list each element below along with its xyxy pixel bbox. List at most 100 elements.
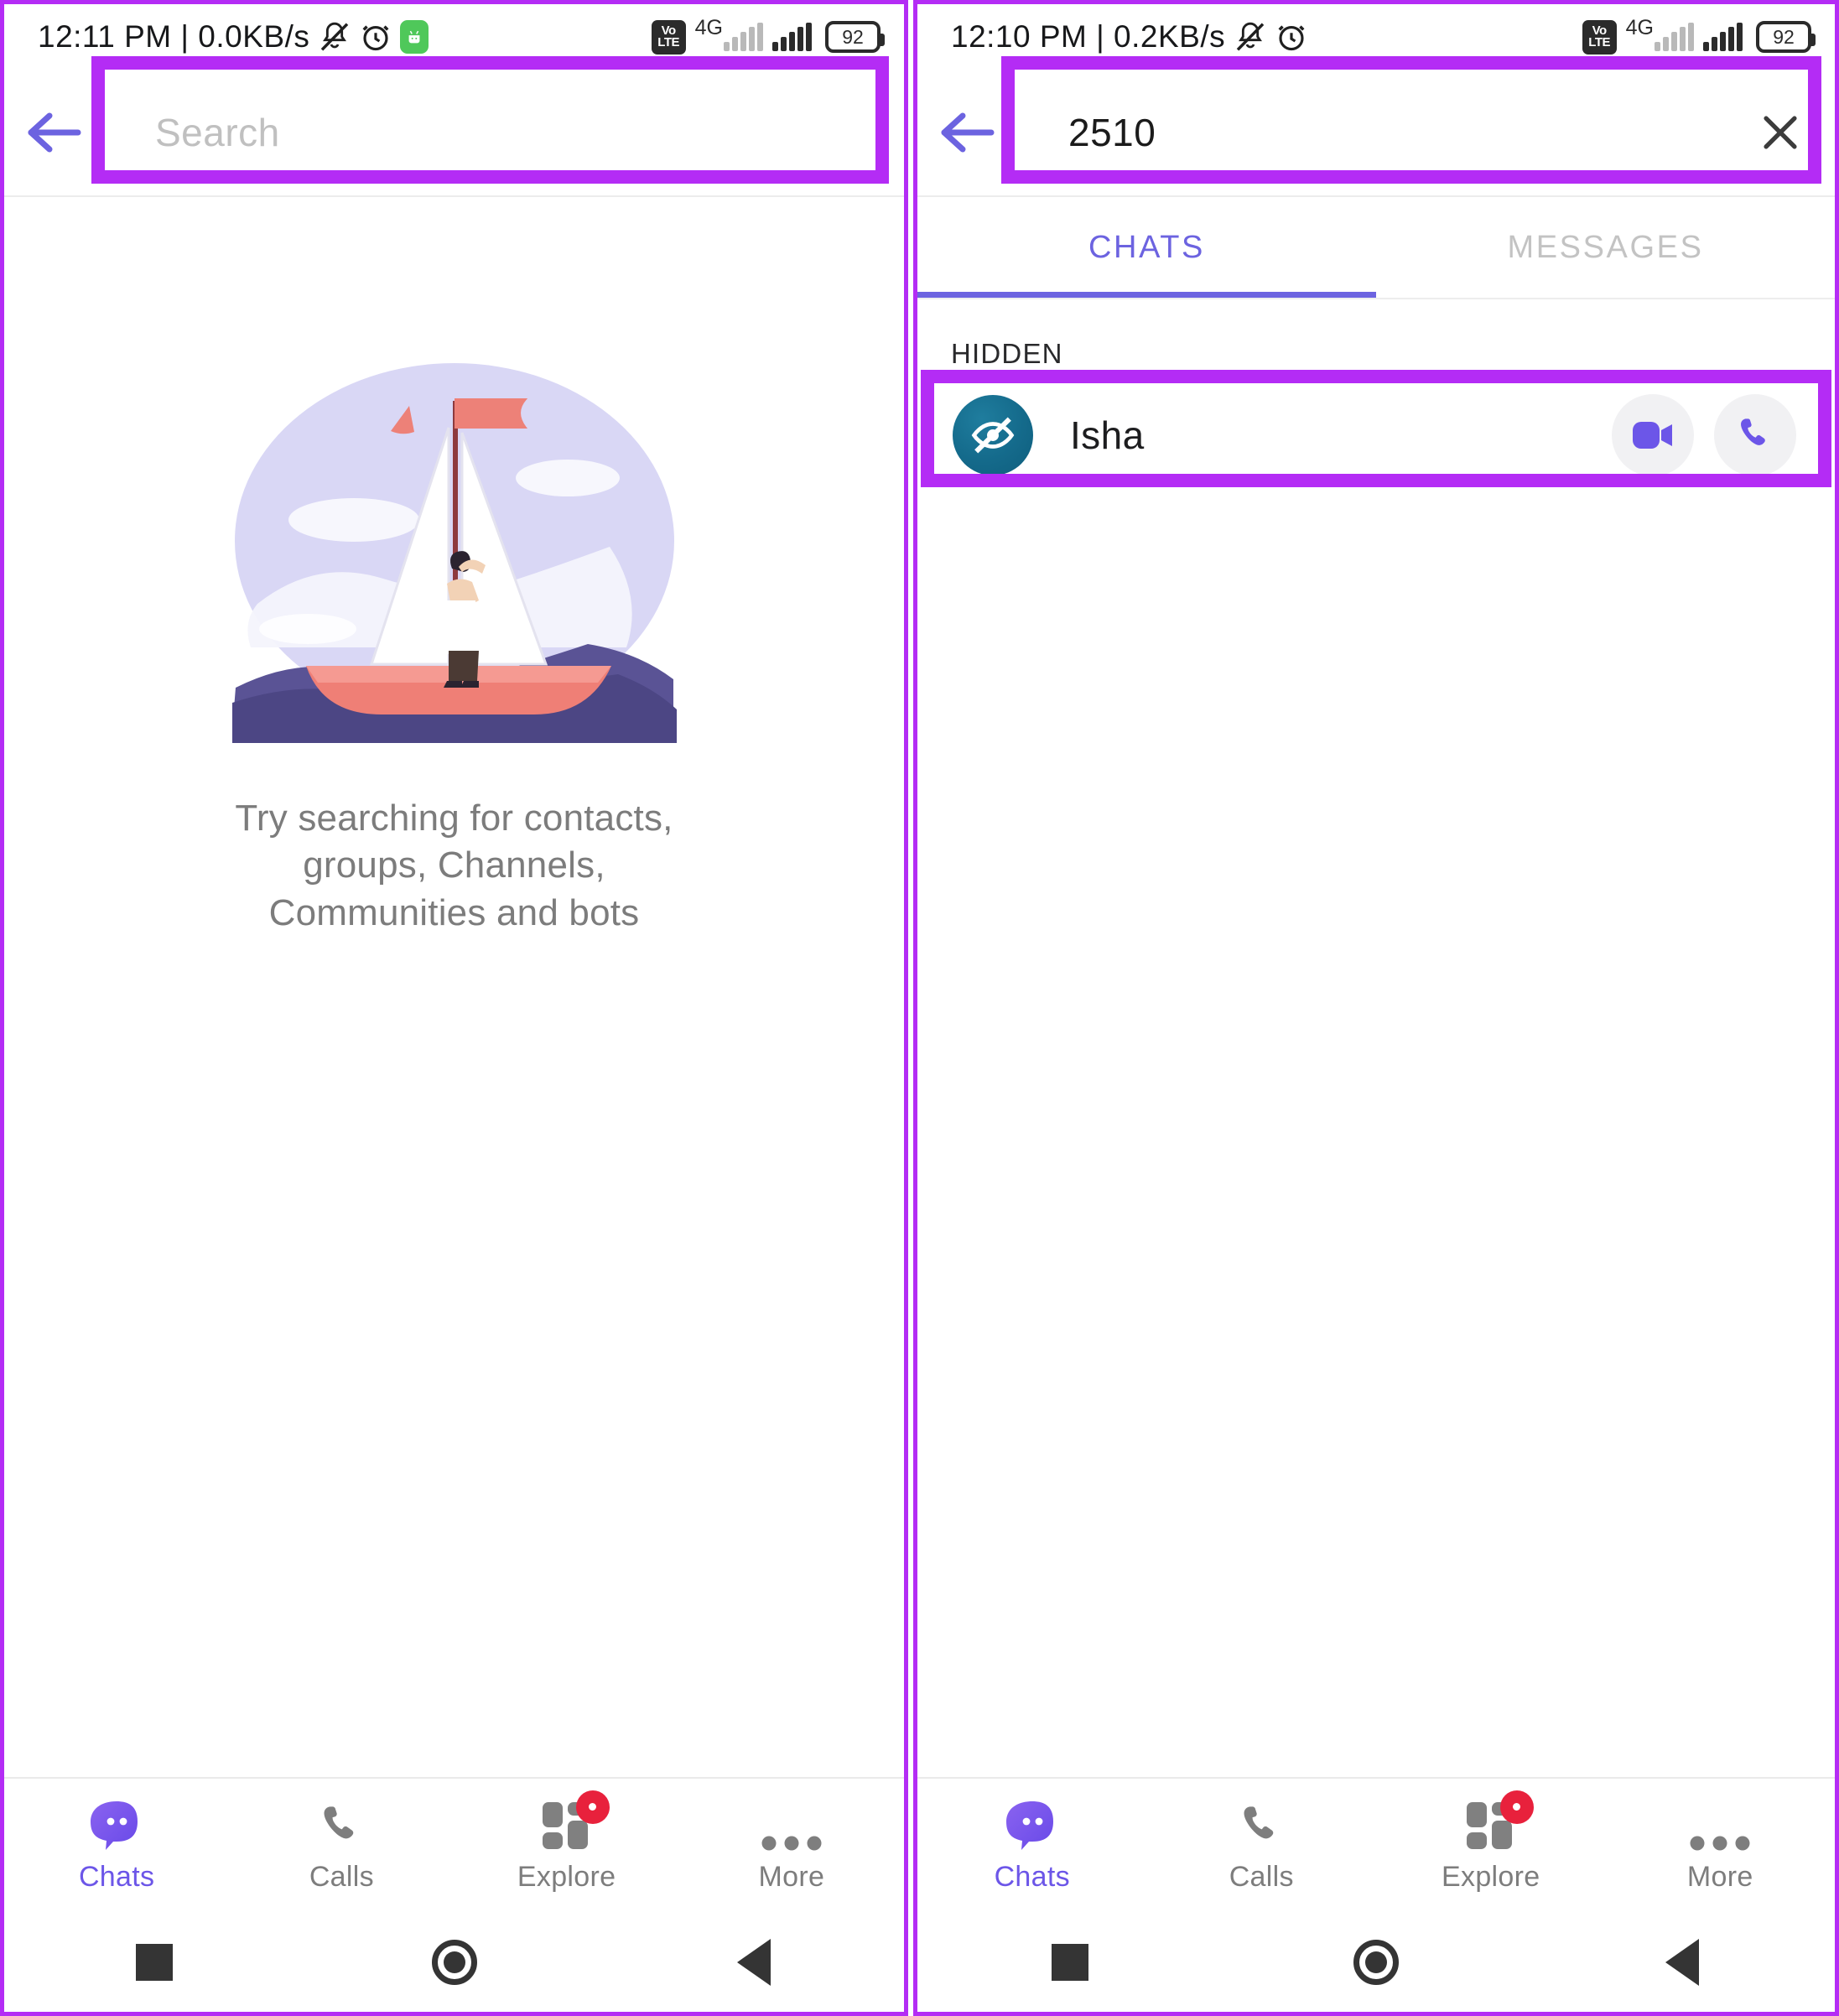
signal-bars-sim1 [1655,23,1694,51]
system-back-button[interactable] [1529,1939,1835,1986]
back-button[interactable] [917,69,1016,196]
nav-item-explore[interactable]: Explore [1376,1790,1606,1894]
phone-icon [317,1799,366,1851]
explore-badge [575,1790,610,1824]
nav-item-more[interactable]: More [679,1799,904,1894]
system-recents-button[interactable] [4,1944,304,1981]
empty-line-2: groups, Channels, [303,844,605,886]
results-section-label: HIDDEN [951,338,1063,369]
list-item[interactable]: Isha [917,382,1835,489]
search-input[interactable]: Search [103,110,874,155]
phone-screen-right: 12:10 PM | 0.2KB/s Vo LTE 4G 92 2510 CHA… [913,0,1839,2016]
grid-explore-icon [541,1790,610,1851]
system-home-button[interactable] [304,1940,605,1985]
back-arrow-icon [941,112,995,153]
nav-label-chats: Chats [994,1860,1070,1893]
bottom-nav-right: Chats Calls Explore More [917,1777,1835,1913]
status-bar-left: 12:11 PM | 0.0KB/s Vo LTE 4G 92 [4,4,904,70]
search-bar-right: 2510 [917,56,1835,197]
network-indicator-primary-2: 4G [1626,16,1694,51]
home-circle-icon [1353,1940,1399,1985]
volte-line2: LTE [657,35,679,49]
eye-hidden-icon [971,417,1015,454]
recents-square-icon [1052,1944,1089,1981]
more-dots-icon [761,1799,823,1851]
status-clock-2: 12:10 PM | 0.2KB/s [951,19,1226,54]
recents-square-icon [135,1944,173,1981]
system-home-button[interactable] [1223,1940,1530,1985]
status-bar-right: 12:10 PM | 0.2KB/s Vo LTE 4G 92 [917,4,1835,70]
clear-search-button[interactable] [1756,108,1805,157]
search-input[interactable]: 2510 [1016,110,1756,155]
back-arrow-icon [28,112,81,153]
alarm-clock-icon [362,25,389,51]
contact-name: Isha [1070,413,1145,457]
nav-label-explore: Explore [517,1860,616,1893]
battery-level-label: 92 [1773,25,1795,48]
battery-icon: 92 [1756,21,1816,53]
search-bar-left: Search [4,56,904,197]
network-type-label: 4G [1625,16,1654,39]
results-list: Isha [917,370,1835,489]
video-camera-icon [1633,422,1672,449]
signal-bars-sim2 [772,23,812,51]
alarm-clock-icon [1278,25,1305,51]
nav-label-explore: Explore [1442,1860,1540,1893]
battery-icon: 92 [825,21,885,53]
back-triangle-icon [737,1939,771,1986]
phone-icon [1237,1799,1286,1851]
system-recents-button[interactable] [917,1944,1223,1981]
search-input-wrap[interactable]: 2510 [1016,69,1835,196]
nav-item-explore[interactable]: Explore [455,1790,679,1894]
phone-screen-left: 12:11 PM | 0.0KB/s Vo LTE 4G 92 Search T… [0,0,908,2016]
signal-bars-sim1 [724,23,763,51]
grid-explore-icon [1465,1790,1534,1851]
volte-icon: Vo LTE [1582,19,1617,55]
volte-line2: LTE [1588,35,1610,49]
empty-line-1: Try searching for contacts, [235,798,673,839]
more-dots-icon [1689,1799,1751,1851]
search-input-wrap[interactable]: Search [103,69,904,196]
bell-muted-icon [1236,22,1265,51]
empty-state-message: Try searching for contacts, groups, Chan… [235,795,673,937]
chat-bubble-icon [89,1799,144,1851]
nav-item-chats[interactable]: Chats [917,1799,1147,1894]
network-indicator-primary: 4G [695,16,763,51]
nav-label-more: More [1686,1860,1753,1893]
status-bar-right-group-2: Vo LTE 4G 92 [1582,16,1816,55]
nav-label-calls: Calls [1229,1860,1294,1893]
network-type-label: 4G [694,16,723,39]
search-result-tabs: CHATS MESSAGES [917,197,1835,299]
nav-item-calls[interactable]: Calls [229,1799,454,1894]
volte-icon: Vo LTE [651,19,686,55]
nav-label-chats: Chats [78,1860,155,1893]
nav-item-calls[interactable]: Calls [1147,1799,1377,1894]
empty-line-3: Communities and bots [268,891,640,933]
home-circle-icon [431,1940,477,1985]
empty-search-state: Try searching for contacts, groups, Chan… [4,197,904,937]
tab-messages[interactable]: MESSAGES [1376,197,1835,298]
nav-label-more: More [758,1860,825,1893]
nav-item-more[interactable]: More [1606,1799,1836,1894]
back-button[interactable] [4,69,103,196]
status-bar-right-group: Vo LTE 4G 92 [651,16,885,55]
green-app-icon [400,20,429,54]
chat-bubble-icon [1005,1799,1060,1851]
bell-muted-icon [321,22,349,51]
video-call-button[interactable] [1612,394,1694,476]
system-back-button[interactable] [604,1939,904,1986]
system-nav-left [4,1913,904,2012]
explore-badge [1499,1790,1534,1824]
signal-bars-sim2 [1703,23,1743,51]
nav-label-calls: Calls [309,1860,374,1893]
status-clock: 12:11 PM | 0.0KB/s [38,19,310,54]
avatar [953,395,1033,475]
bottom-nav-left: Chats Calls Explore More [4,1777,904,1913]
sailboat-illustration [207,352,702,746]
voice-call-button[interactable] [1714,394,1796,476]
close-x-icon [1764,116,1797,149]
tab-chats[interactable]: CHATS [917,197,1376,298]
nav-item-chats[interactable]: Chats [4,1799,229,1894]
screenshot-stage: 12:11 PM | 0.0KB/s Vo LTE 4G 92 Search T… [0,0,1839,2016]
status-bar-left-group-2: 12:10 PM | 0.2KB/s [951,19,1307,55]
